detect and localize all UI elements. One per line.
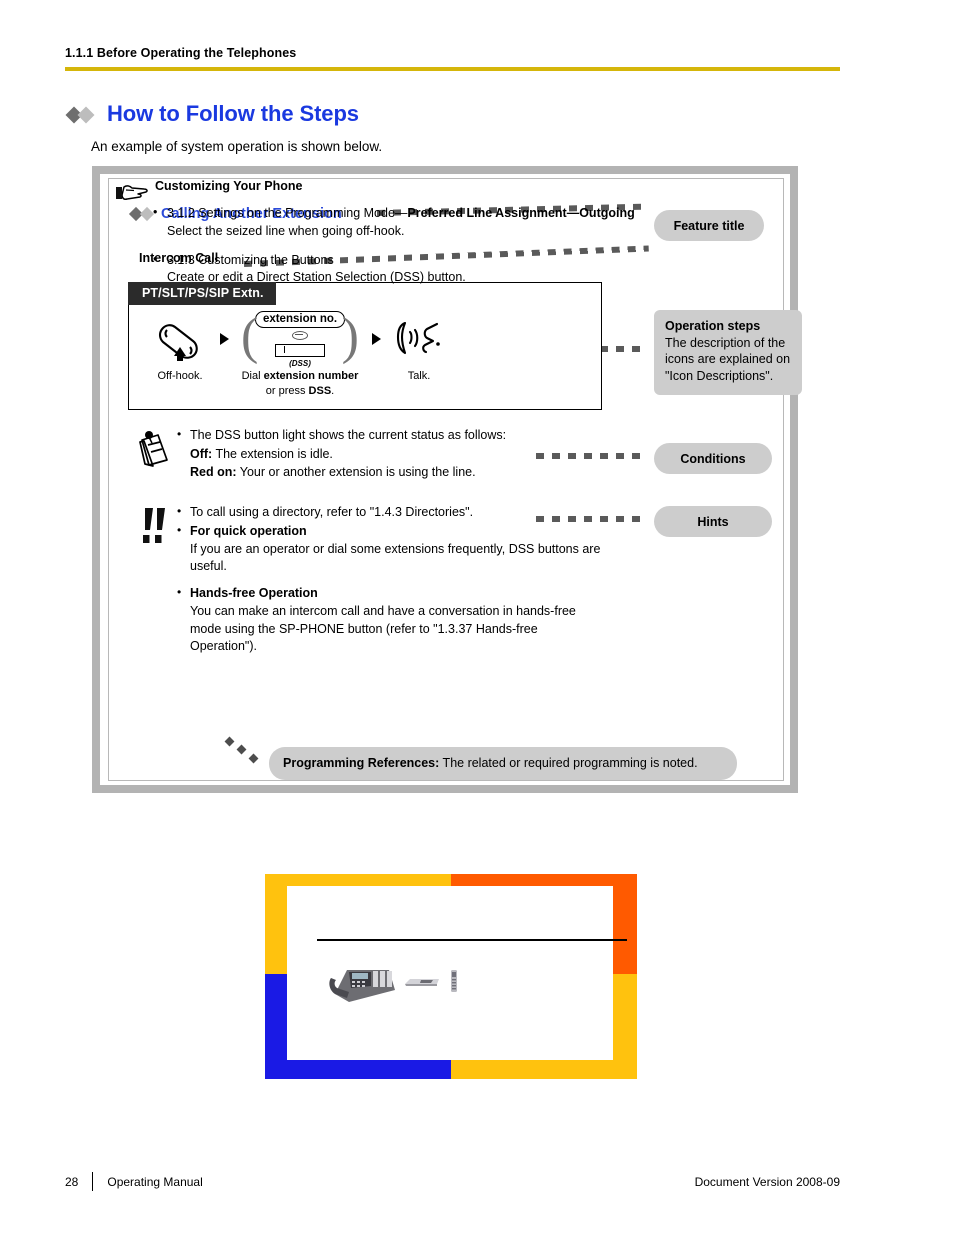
- customize-title: Customizing Your Phone: [155, 179, 303, 193]
- product-photo-panel: [265, 874, 637, 1079]
- conditions-red-row: Red on: Your or another extension is usi…: [177, 464, 506, 482]
- customize-item-2-sub: Create or edit a Direct Station Selectio…: [167, 270, 466, 285]
- desk-phone-photo: [329, 970, 395, 1002]
- dss-console-photo: [405, 979, 439, 986]
- offhook-handset-icon: [153, 313, 207, 365]
- conditions-off-label: Off:: [190, 446, 213, 461]
- step-talk: Talk.: [393, 313, 445, 384]
- press-caption-bold: DSS: [308, 384, 332, 397]
- figure-rule: [317, 939, 627, 941]
- callout-operation-steps-title: Operation steps: [665, 319, 761, 333]
- figure-band-orange-top: [451, 874, 637, 886]
- page-header: 1.1.1 Before Operating the Telephones: [65, 46, 840, 71]
- hints-bullet-3-text: You can make an intercom call and have a…: [190, 603, 576, 654]
- example-outer-frame: Calling Another Extension Intercom Call …: [92, 166, 802, 793]
- callout-operation-steps-body: The description of the icons are explain…: [665, 335, 791, 383]
- page-title: How to Follow the Steps: [107, 101, 359, 126]
- extension-number-keypad-icon: ( extension no. (DSS) ): [241, 308, 359, 368]
- section-lead-text: An example of system operation is shown …: [91, 139, 383, 154]
- right-paren-glyph: ): [341, 308, 359, 365]
- hints-bullet-3: Hands-free Operation You can make an int…: [177, 584, 601, 656]
- programming-references-text: The related or required programming is n…: [439, 756, 698, 770]
- callout-programming-references: Programming References: The related or r…: [269, 747, 737, 780]
- press-caption-plain: or press: [265, 384, 309, 397]
- hints-bullet-2-title: For quick operation: [190, 523, 307, 538]
- press-caption-tail: .: [331, 384, 335, 397]
- dss-button-icon: [275, 343, 325, 357]
- or-indicator-icon: [292, 330, 308, 340]
- customize-block: Customizing Your Phone 3.1.2 Settings on…: [109, 179, 669, 287]
- step-dial-extension-caption: Dial extension number or press DSS.: [242, 369, 359, 398]
- hints-block: To call using a directory, refer to "1.4…: [131, 503, 601, 657]
- section-title-row: How to Follow the Steps: [65, 101, 359, 127]
- cordless-handset-photo: [451, 970, 457, 992]
- hints-bullet-3-title: Hands-free Operation: [190, 586, 318, 600]
- customize-item-2: 3.1.3 Customizing the Buttons Create or …: [153, 251, 669, 288]
- dss-caption: (DSS): [289, 358, 311, 368]
- customize-item-1: 3.1.2 Settings on the Programming Mode—P…: [153, 204, 669, 241]
- conditions-red-label: Red on:: [190, 464, 237, 479]
- figure-white-plate: [287, 892, 627, 1060]
- notepad-icon: [131, 427, 177, 481]
- conditions-red-text: Your or another extension is using the l…: [236, 464, 476, 479]
- customize-item-2-plain: 3.1.3 Customizing the Buttons: [167, 252, 334, 267]
- hints-bullet-2-text: If you are an operator or dial some exte…: [190, 541, 601, 574]
- callout-feature-title: Feature title: [654, 210, 764, 241]
- step-dial-extension: ( extension no. (DSS) ) Dial extension n…: [241, 308, 359, 398]
- conditions-off-row: Off: The extension is idle.: [177, 446, 506, 464]
- leader-diamonds-programming-refs: [224, 736, 272, 769]
- operation-steps-box: PT/SLT/PS/SIP Extn. Off-hook. (extensio…: [128, 282, 602, 410]
- programming-references-label: Programming References:: [283, 756, 440, 770]
- conditions-bullet-1: The DSS button light shows the current s…: [177, 426, 506, 445]
- footer-page-number: 28: [65, 1174, 79, 1189]
- header-rule: [65, 67, 840, 71]
- customize-item-1-sub: Select the seized line when going off-ho…: [167, 223, 405, 238]
- step-arrow-2: [359, 313, 393, 365]
- hints-text: To call using a directory, refer to "1.4…: [177, 503, 601, 657]
- step-off-hook: Off-hook.: [153, 313, 207, 384]
- left-paren-glyph: (: [241, 308, 259, 365]
- figure-band-yellow-top: [265, 874, 451, 886]
- conditions-off-text: The extension is idle.: [212, 446, 333, 461]
- footer-document-version: Document Version 2008-09: [694, 1174, 840, 1189]
- example-card: Calling Another Extension Intercom Call …: [108, 178, 802, 781]
- figure-band-yellow-left: [265, 874, 287, 974]
- steps-row: Off-hook. ( extension no. (DSS)) Dial e…: [129, 308, 603, 398]
- talk-handset-icon: [393, 313, 445, 365]
- step-off-hook-caption: Off-hook.: [157, 370, 203, 382]
- pointing-hand-icon: [109, 179, 155, 205]
- dial-caption-plain: Dial: [241, 370, 264, 382]
- figure-band-yellow-bottom: [451, 1060, 637, 1079]
- figure-band-blue-bottom: [265, 1060, 451, 1079]
- double-exclamation-icon: [131, 504, 177, 657]
- page-footer: 28 Operating Manual Document Version 200…: [65, 1172, 840, 1191]
- callout-hints: Hints: [654, 506, 772, 537]
- conditions-block: The DSS button light shows the current s…: [131, 426, 551, 482]
- conditions-text: The DSS button light shows the current s…: [177, 426, 506, 482]
- customize-item-1-bold: Preferred Line Assignment—Outgoing: [407, 206, 635, 220]
- footer-manual-label: Operating Manual: [107, 1174, 203, 1189]
- breadcrumb: 1.1.1 Before Operating the Telephones: [65, 46, 297, 60]
- step-talk-caption: Talk.: [407, 370, 431, 382]
- figure-band-orange-right: [613, 874, 637, 974]
- hints-bullet-2: For quick operation If you are an operat…: [177, 522, 601, 576]
- customize-list: 3.1.2 Settings on the Programming Mode—P…: [109, 204, 669, 288]
- extension-no-pill: extension no.: [254, 310, 346, 328]
- step-arrow-1: [207, 313, 241, 365]
- callout-conditions: Conditions: [654, 443, 772, 474]
- leader-line-conditions: [536, 453, 646, 459]
- footer-divider: [92, 1172, 94, 1191]
- example-frame-inner: Calling Another Extension Intercom Call …: [100, 174, 802, 785]
- dial-caption-bold: extension number: [263, 370, 359, 382]
- double-diamond-icon: [65, 104, 101, 124]
- hints-bullet-1: To call using a directory, refer to "1.4…: [177, 503, 601, 522]
- callout-operation-steps: Operation steps The description of the i…: [654, 310, 802, 395]
- customize-item-1-plain: 3.1.2 Settings on the Programming Mode—: [167, 206, 408, 220]
